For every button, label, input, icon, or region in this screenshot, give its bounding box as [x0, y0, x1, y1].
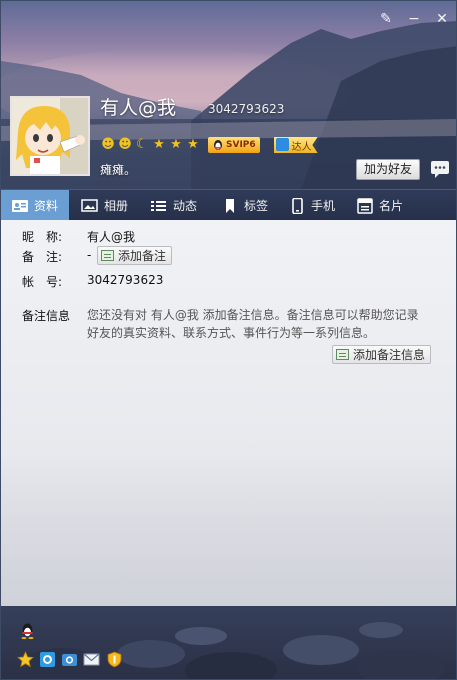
nickname-title: 有人@我	[100, 97, 177, 119]
tab-label: 标签	[244, 199, 269, 213]
signature: 瘫瘫。	[100, 163, 137, 177]
svip-badge[interactable]: SVIP6	[208, 137, 260, 153]
remark-info-label: 备注信息	[22, 309, 71, 323]
footer-rocks	[21, 622, 445, 679]
qq-penguin-icon	[214, 140, 222, 150]
card-icon	[357, 197, 373, 214]
footer-bar	[1, 606, 456, 679]
tab-album[interactable]: 相册	[81, 190, 128, 221]
sun-level-icon[interactable]: ☻	[100, 137, 116, 153]
photo-album-icon	[81, 198, 98, 212]
remark-label: 备 注:	[22, 250, 63, 264]
favorite-star-icon[interactable]	[17, 651, 34, 668]
profile-details: 昵 称: 有人@我 备 注: - 添加备注 帐 号: 3042793623 备注…	[1, 220, 456, 606]
star-level-icon[interactable]: ★	[185, 137, 201, 153]
bookmark-icon	[226, 198, 234, 213]
skin-brush-icon[interactable]: ✎	[378, 11, 394, 27]
moon-level-icon[interactable]: ☾	[134, 137, 150, 153]
note-icon	[101, 250, 114, 261]
star-level-icon[interactable]: ★	[168, 137, 184, 153]
add-remark-info-button[interactable]: 添加备注信息	[332, 345, 432, 364]
add-remark-button[interactable]: 添加备注	[97, 246, 173, 265]
add-friend-button[interactable]: 加为好友	[356, 159, 420, 180]
tab-label: 相册	[104, 199, 129, 213]
tab-label: 动态	[173, 199, 198, 213]
camera-icon[interactable]	[61, 651, 78, 668]
avatar-image	[12, 98, 88, 174]
add-remark-info-label: 添加备注信息	[353, 348, 426, 362]
profile-card-icon	[12, 199, 28, 212]
background-fog	[1, 456, 456, 606]
avatar[interactable]	[10, 96, 90, 176]
feed-list-icon	[151, 200, 166, 211]
close-button[interactable]: ✕	[434, 11, 450, 27]
tab-feed[interactable]: 动态	[150, 190, 197, 221]
tab-label: 资料	[34, 199, 59, 213]
nickname-label: 昵 称:	[22, 230, 63, 244]
minimize-button[interactable]: −	[406, 11, 422, 27]
profile-tabs: 资料 相册 动态 标签 手机 名片	[1, 189, 456, 221]
profile-header: ✎ − ✕ 有人@我 3042793623 ☻ ☻ ☾ ★ ★ ★ SVIP6 …	[1, 1, 456, 189]
tab-tags[interactable]: 标签	[221, 190, 268, 221]
add-remark-label: 添加备注	[118, 249, 167, 263]
tab-card[interactable]: 名片	[356, 190, 403, 221]
profile-window: ✎ − ✕ 有人@我 3042793623 ☻ ☻ ☾ ★ ★ ★ SVIP6 …	[0, 0, 457, 680]
daren-label: 达人	[291, 141, 312, 153]
shield-icon[interactable]	[106, 651, 123, 668]
nickname-value: 有人@我	[87, 230, 136, 244]
note-icon	[336, 349, 349, 360]
remark-value: -	[87, 248, 92, 262]
remark-info-text: 您还没有对 有人@我 添加备注信息。备注信息可以帮助您记录好友的真实资料、联系方…	[87, 308, 419, 340]
tab-profile[interactable]: 资料	[1, 190, 69, 221]
qq-penguin-icon[interactable]	[19, 622, 36, 639]
mail-icon[interactable]	[83, 651, 100, 668]
svip-label: SVIP6	[226, 140, 256, 150]
account-value: 3042793623	[87, 273, 164, 287]
star-level-icon[interactable]: ★	[151, 137, 167, 153]
account-label: 帐 号:	[22, 275, 63, 289]
level-badges: ☻ ☻ ☾ ★ ★ ★ SVIP6 达人	[100, 137, 318, 153]
daren-badge[interactable]: 达人	[273, 137, 318, 153]
qzone-icon[interactable]	[39, 651, 56, 668]
phone-icon	[292, 197, 303, 214]
tab-label: 手机	[311, 199, 336, 213]
chat-bubble-icon[interactable]	[430, 159, 450, 179]
tab-phone[interactable]: 手机	[288, 190, 335, 221]
daren-icon	[275, 138, 289, 151]
tab-label: 名片	[379, 199, 404, 213]
sun-level-icon[interactable]: ☻	[117, 137, 133, 153]
qq-number: 3042793623	[208, 102, 285, 116]
